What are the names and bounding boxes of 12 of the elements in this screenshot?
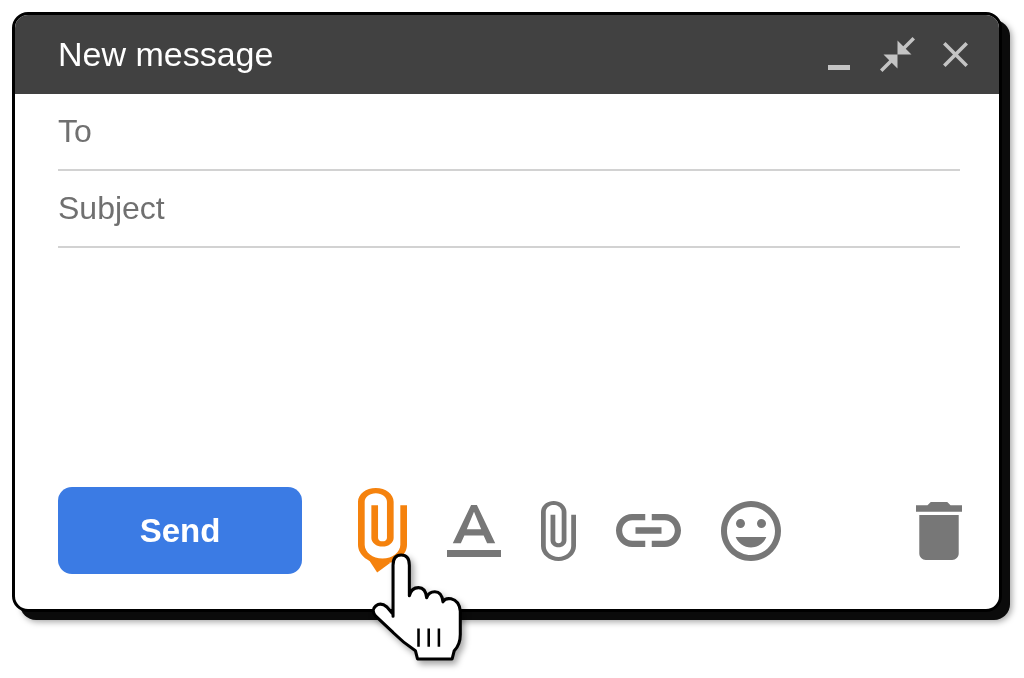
link-icon[interactable]: [616, 514, 681, 547]
paperclip-icon[interactable]: [541, 500, 576, 561]
trash-icon[interactable]: [916, 501, 962, 560]
send-button[interactable]: Send: [58, 487, 302, 574]
collapse-arrows-icon[interactable]: [880, 37, 915, 72]
smiley-icon[interactable]: [721, 500, 781, 561]
text-format-icon[interactable]: [447, 504, 501, 557]
window-title: New message: [58, 35, 275, 74]
subject-field[interactable]: Subject: [58, 171, 960, 248]
paperclip-icon[interactable]: [358, 487, 407, 574]
close-icon[interactable]: [943, 42, 968, 67]
recipient-field[interactable]: To: [58, 94, 960, 171]
